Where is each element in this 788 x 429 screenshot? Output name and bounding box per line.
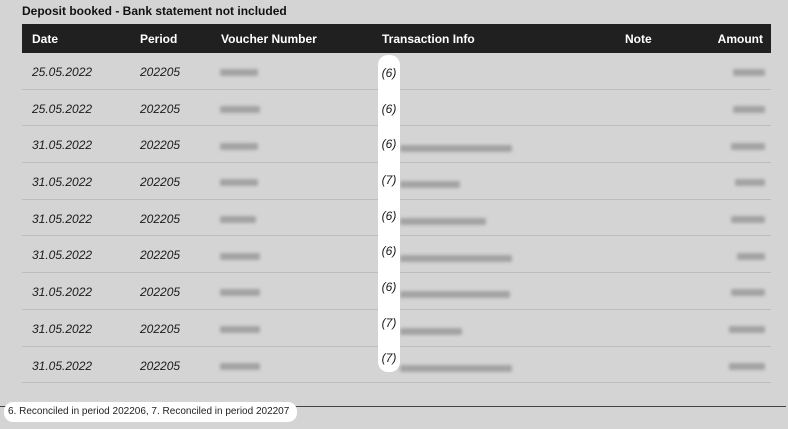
ref-marker: (6) xyxy=(381,137,397,151)
amount-cell-redacted xyxy=(729,322,765,336)
col-transaction-info: Transaction Info xyxy=(382,32,475,46)
col-note: Note xyxy=(625,32,652,46)
amount-cell-redacted xyxy=(731,285,765,299)
amount-cell-redacted xyxy=(731,138,765,152)
transaction-info-redacted xyxy=(400,324,462,338)
period-cell: 202205 xyxy=(140,285,181,300)
reconciliation-ref-column: (6) (6) (6) (7) (6) (6) (6) (7) (7) xyxy=(378,55,400,372)
voucher-cell-redacted xyxy=(220,248,260,262)
voucher-cell-redacted xyxy=(220,102,260,116)
date-cell: 31.05.2022 xyxy=(32,285,93,300)
period-cell: 202205 xyxy=(140,175,181,190)
ref-marker: (6) xyxy=(381,66,397,80)
ref-marker: (6) xyxy=(381,209,397,223)
amount-cell-redacted xyxy=(735,175,765,189)
transaction-info-redacted xyxy=(400,140,512,154)
col-amount: Amount xyxy=(717,32,763,46)
amount-cell-redacted xyxy=(733,65,765,79)
transaction-info-redacted xyxy=(400,361,512,375)
amount-cell-redacted xyxy=(733,102,765,116)
ref-marker: (7) xyxy=(381,351,397,365)
footnote: 6. Reconciled in period 202206, 7. Recon… xyxy=(4,402,298,422)
date-cell: 31.05.2022 xyxy=(32,248,93,263)
period-cell: 202205 xyxy=(140,138,181,153)
voucher-cell-redacted xyxy=(220,138,258,152)
transaction-info-redacted xyxy=(400,250,512,264)
period-cell: 202205 xyxy=(140,101,181,116)
date-cell: 31.05.2022 xyxy=(32,321,93,336)
col-date: Date xyxy=(32,32,59,46)
period-cell: 202205 xyxy=(140,65,181,79)
amount-cell-redacted xyxy=(729,359,765,373)
voucher-cell-redacted xyxy=(220,65,258,79)
period-cell: 202205 xyxy=(140,321,181,336)
period-cell: 202205 xyxy=(140,211,181,226)
date-cell: 31.05.2022 xyxy=(32,175,93,190)
voucher-cell-redacted xyxy=(220,175,258,189)
ref-marker: (6) xyxy=(381,102,397,116)
transaction-info-redacted xyxy=(400,214,486,228)
period-cell: 202205 xyxy=(140,358,181,373)
transaction-info-redacted xyxy=(400,287,510,301)
ref-marker: (6) xyxy=(381,280,397,294)
voucher-cell-redacted xyxy=(220,285,260,299)
voucher-cell-redacted xyxy=(220,212,256,226)
voucher-cell-redacted xyxy=(220,359,260,373)
date-cell: 31.05.2022 xyxy=(32,138,93,153)
col-voucher-number: Voucher Number xyxy=(221,32,317,46)
amount-cell-redacted xyxy=(737,248,765,262)
period-cell: 202205 xyxy=(140,248,181,263)
col-period: Period xyxy=(140,32,178,46)
table-header: Date Period Voucher Number Transaction I… xyxy=(22,24,771,53)
ref-marker: (6) xyxy=(381,244,397,258)
date-cell: 31.05.2022 xyxy=(32,211,93,226)
ref-marker: (7) xyxy=(381,316,397,330)
voucher-cell-redacted xyxy=(220,322,260,336)
date-cell: 25.05.2022 xyxy=(32,65,93,79)
ref-marker: (7) xyxy=(381,173,397,187)
date-cell: 25.05.2022 xyxy=(32,101,93,116)
date-cell: 31.05.2022 xyxy=(32,358,93,373)
report-title: Deposit booked - Bank statement not incl… xyxy=(22,4,287,18)
transaction-info-redacted xyxy=(400,177,460,191)
amount-cell-redacted xyxy=(731,212,765,226)
